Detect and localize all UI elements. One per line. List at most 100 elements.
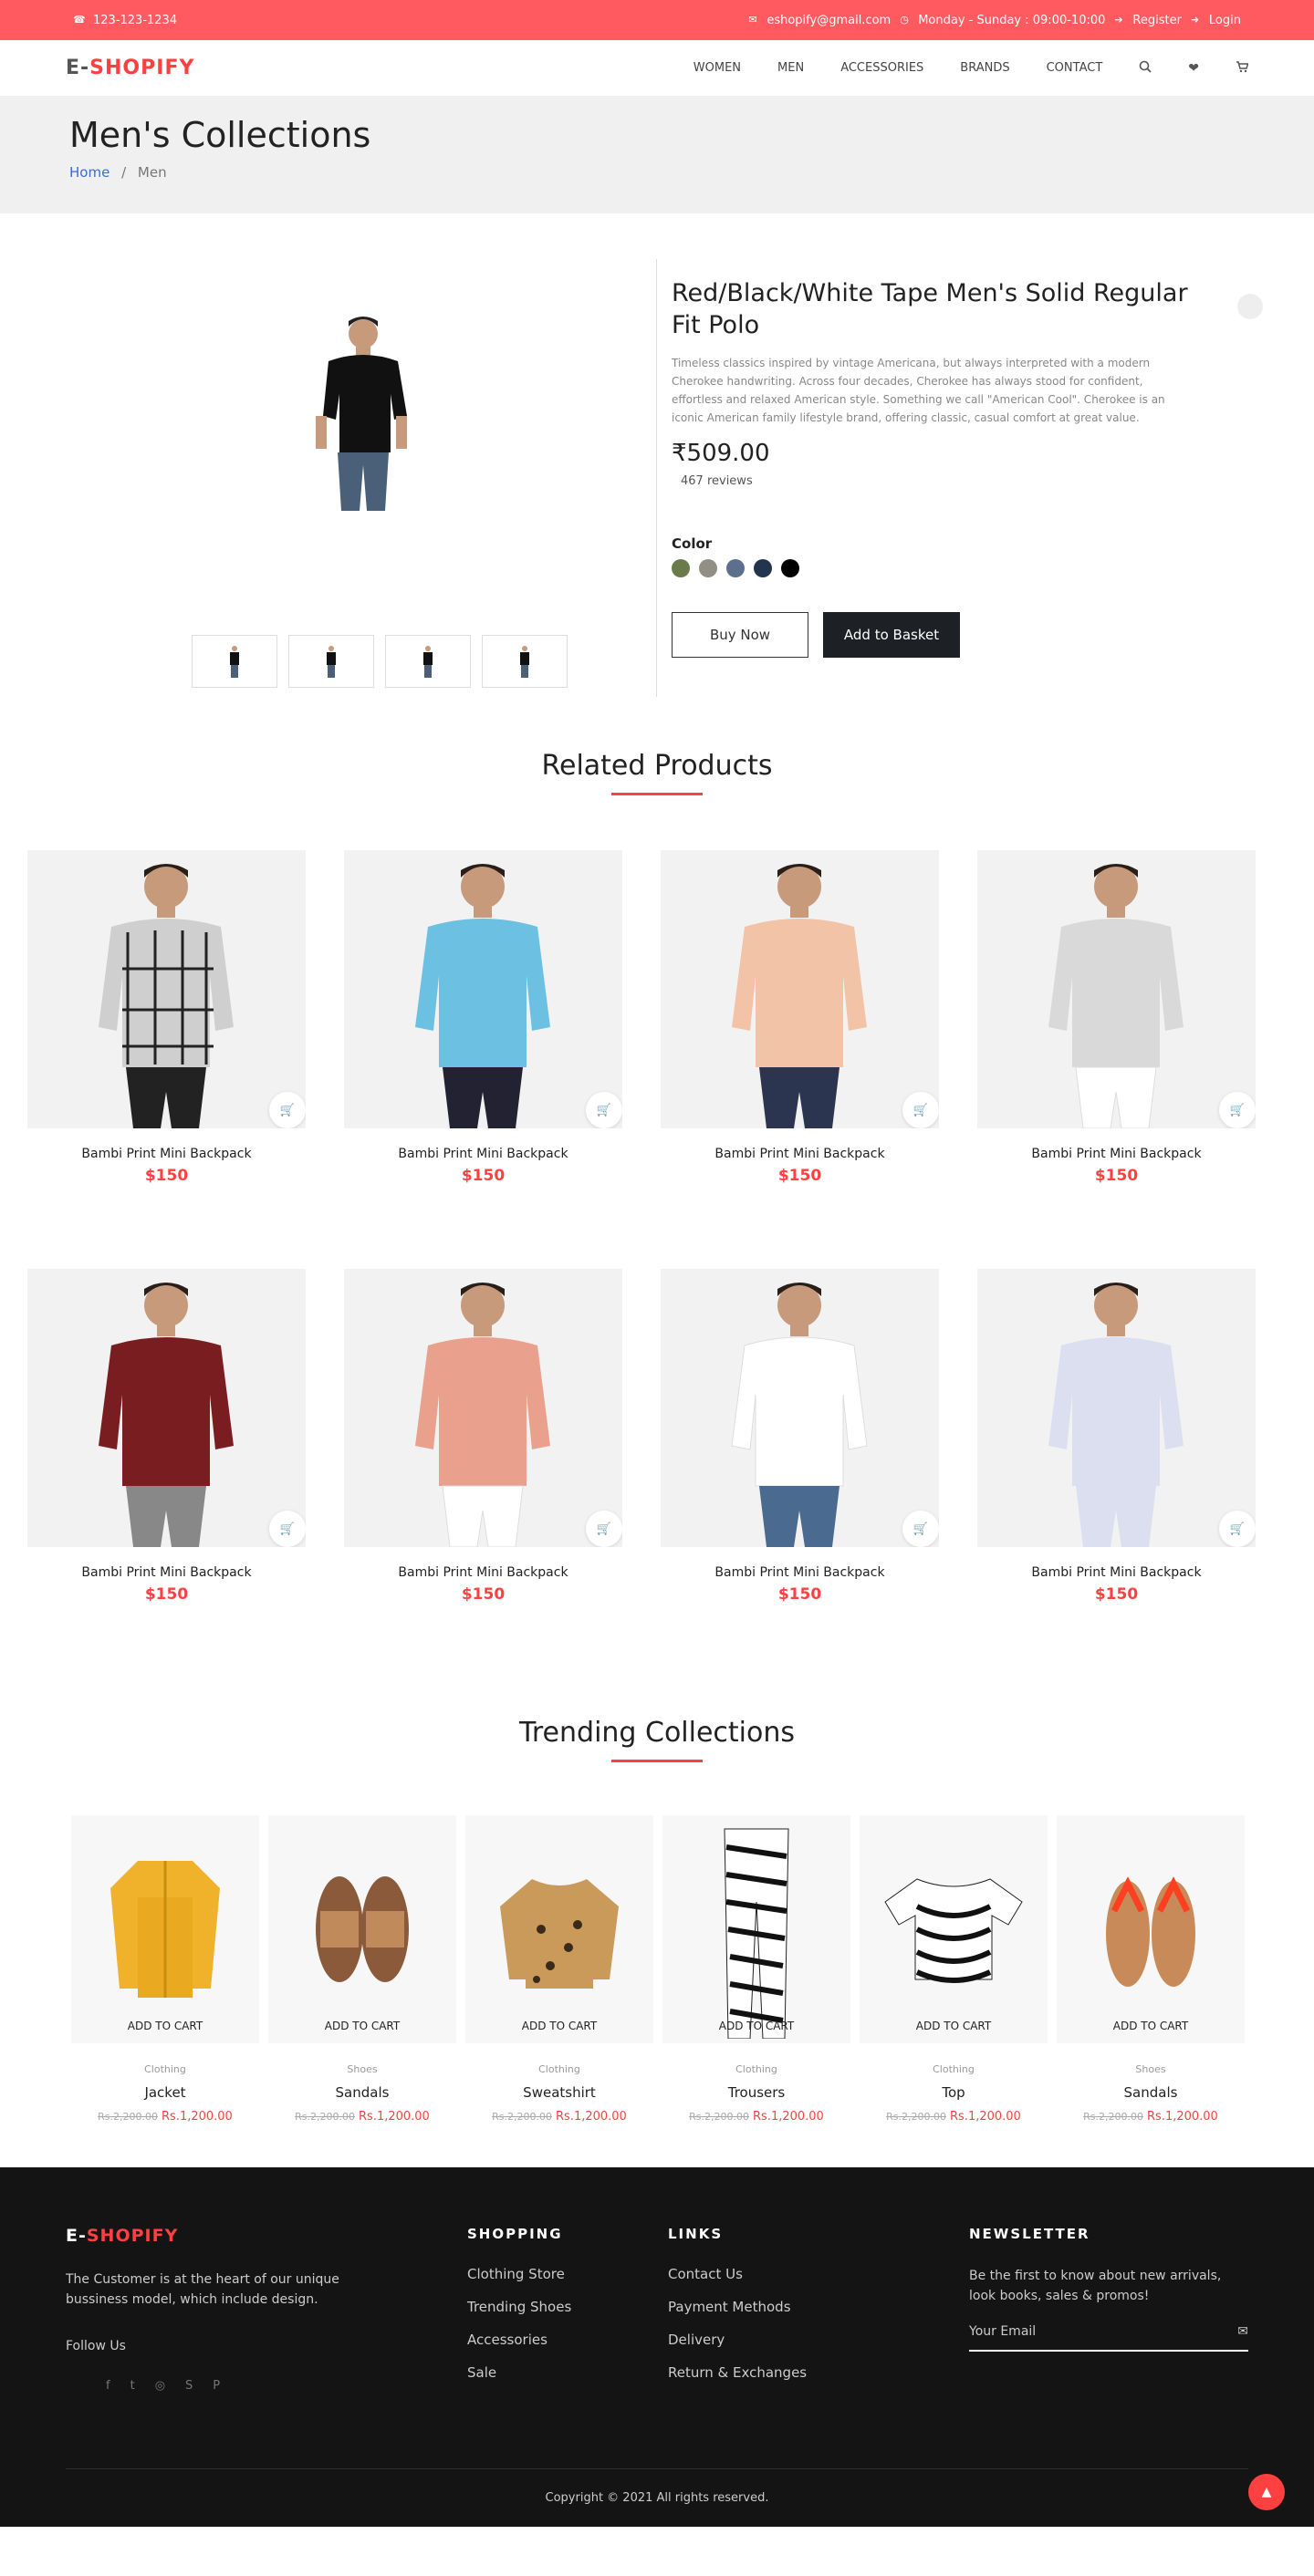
- trending-name[interactable]: Sandals: [1057, 2084, 1245, 2101]
- add-to-cart-link[interactable]: ADD TO CART: [465, 2020, 653, 2032]
- nav-item-contact[interactable]: CONTACT: [1047, 61, 1103, 75]
- newsletter-email-field[interactable]: Your Email ✉: [969, 2324, 1248, 2352]
- brand-logo[interactable]: E-SHOPIFY: [66, 57, 194, 79]
- product-thumbnail[interactable]: [482, 635, 568, 688]
- twitter-icon[interactable]: t: [130, 2379, 135, 2393]
- product-name[interactable]: Bambi Print Mini Backpack: [661, 1147, 939, 1161]
- product-card[interactable]: 🛒 Bambi Print Mini Backpack $150: [27, 850, 306, 1185]
- add-to-cart-icon[interactable]: 🛒: [269, 1511, 306, 1547]
- product-reviews[interactable]: 467 reviews: [672, 474, 1190, 488]
- product-image[interactable]: 🛒: [977, 1269, 1256, 1547]
- trending-name[interactable]: Sandals: [268, 2084, 456, 2101]
- add-to-cart-icon[interactable]: 🛒: [586, 1511, 622, 1547]
- trending-card[interactable]: ADD TO CART Clothing Sweatshirt Rs.2,200…: [465, 1815, 653, 2124]
- facebook-icon[interactable]: f: [106, 2379, 110, 2393]
- product-name[interactable]: Bambi Print Mini Backpack: [27, 1147, 306, 1161]
- footer-link-accessories[interactable]: Accessories: [467, 2332, 668, 2348]
- add-to-cart-link[interactable]: ADD TO CART: [268, 2020, 456, 2032]
- product-card[interactable]: 🛒 Bambi Print Mini Backpack $150: [344, 1269, 622, 1604]
- add-to-cart-icon[interactable]: 🛒: [1219, 1092, 1256, 1128]
- trending-name[interactable]: Top: [860, 2084, 1048, 2101]
- color-swatch[interactable]: [754, 559, 772, 578]
- product-image[interactable]: 🛒: [344, 850, 622, 1128]
- cart-icon[interactable]: [1236, 60, 1249, 77]
- product-image[interactable]: 🛒: [661, 1269, 939, 1547]
- footer-link-sale[interactable]: Sale: [467, 2364, 668, 2381]
- add-to-cart-link[interactable]: ADD TO CART: [860, 2020, 1048, 2032]
- product-name[interactable]: Bambi Print Mini Backpack: [27, 1565, 306, 1580]
- trending-name[interactable]: Sweatshirt: [465, 2084, 653, 2101]
- footer-link-clothing-store[interactable]: Clothing Store: [467, 2266, 668, 2282]
- trending-card[interactable]: ADD TO CART Clothing Jacket Rs.2,200.00 R…: [71, 1815, 259, 2124]
- trending-card[interactable]: ADD TO CART Shoes Sandals Rs.2,200.00 Rs.…: [268, 1815, 456, 2124]
- product-thumbnail[interactable]: [385, 635, 471, 688]
- footer-link-returns[interactable]: Return & Exchanges: [668, 2364, 969, 2381]
- breadcrumb-home[interactable]: Home: [69, 164, 110, 181]
- add-to-basket-button[interactable]: Add to Basket: [823, 612, 960, 659]
- product-name[interactable]: Bambi Print Mini Backpack: [344, 1565, 622, 1580]
- heart-icon[interactable]: ❤: [1188, 61, 1199, 76]
- footer-link-payment[interactable]: Payment Methods: [668, 2299, 969, 2315]
- color-swatch[interactable]: [781, 559, 799, 578]
- color-swatch[interactable]: [672, 559, 690, 578]
- product-card[interactable]: 🛒 Bambi Print Mini Backpack $150: [977, 850, 1256, 1185]
- product-image[interactable]: 🛒: [27, 850, 306, 1128]
- search-icon[interactable]: [1139, 60, 1152, 77]
- trending-image[interactable]: ADD TO CART: [662, 1815, 850, 2043]
- footer-link-trending-shoes[interactable]: Trending Shoes: [467, 2299, 668, 2315]
- product-card[interactable]: 🛒 Bambi Print Mini Backpack $150: [344, 850, 622, 1185]
- register-link[interactable]: ➜ Register: [1114, 14, 1182, 27]
- login-link[interactable]: ➜ Login: [1191, 14, 1241, 27]
- buy-now-button[interactable]: Buy Now: [672, 612, 808, 659]
- product-image[interactable]: 🛒: [661, 850, 939, 1128]
- product-card[interactable]: 🛒 Bambi Print Mini Backpack $150: [661, 850, 939, 1185]
- trending-card[interactable]: ADD TO CART Clothing Trousers Rs.2,200.0…: [662, 1815, 850, 2124]
- product-card[interactable]: 🛒 Bambi Print Mini Backpack $150: [977, 1269, 1256, 1604]
- product-image[interactable]: 🛒: [344, 1269, 622, 1547]
- product-name[interactable]: Bambi Print Mini Backpack: [977, 1565, 1256, 1580]
- product-card[interactable]: 🛒 Bambi Print Mini Backpack $150: [661, 1269, 939, 1604]
- product-thumbnail[interactable]: [288, 635, 374, 688]
- envelope-icon[interactable]: ✉: [1237, 2324, 1248, 2339]
- product-image[interactable]: 🛒: [977, 850, 1256, 1128]
- nav-item-men[interactable]: MEN: [777, 61, 804, 75]
- add-to-cart-link[interactable]: ADD TO CART: [662, 2020, 850, 2032]
- trending-image[interactable]: ADD TO CART: [465, 1815, 653, 2043]
- product-name[interactable]: Bambi Print Mini Backpack: [344, 1147, 622, 1161]
- trending-name[interactable]: Trousers: [662, 2084, 850, 2101]
- instagram-icon[interactable]: ◎: [155, 2379, 165, 2393]
- trending-image[interactable]: ADD TO CART: [71, 1815, 259, 2043]
- trending-image[interactable]: ADD TO CART: [860, 1815, 1048, 2043]
- wishlist-toggle[interactable]: [1237, 294, 1263, 319]
- pinterest-icon[interactable]: P: [213, 2379, 220, 2393]
- product-card[interactable]: 🛒 Bambi Print Mini Backpack $150: [27, 1269, 306, 1604]
- color-swatch[interactable]: [726, 559, 745, 578]
- trending-name[interactable]: Jacket: [71, 2084, 259, 2101]
- add-to-cart-icon[interactable]: 🛒: [902, 1092, 939, 1128]
- product-thumbnail[interactable]: [192, 635, 277, 688]
- trending-image[interactable]: ADD TO CART: [268, 1815, 456, 2043]
- email-link[interactable]: ✉ eshopify@gmail.com: [748, 14, 891, 27]
- color-swatch[interactable]: [699, 559, 717, 578]
- product-name[interactable]: Bambi Print Mini Backpack: [977, 1147, 1256, 1161]
- trending-card[interactable]: ADD TO CART Clothing Top Rs.2,200.00 Rs.1…: [860, 1815, 1048, 2124]
- product-main-image[interactable]: [301, 314, 420, 514]
- add-to-cart-icon[interactable]: 🛒: [902, 1511, 939, 1547]
- nav-item-brands[interactable]: BRANDS: [960, 61, 1009, 75]
- trending-image[interactable]: ADD TO CART: [1057, 1815, 1245, 2043]
- skype-icon[interactable]: S: [185, 2379, 193, 2393]
- add-to-cart-icon[interactable]: 🛒: [586, 1092, 622, 1128]
- product-image[interactable]: 🛒: [27, 1269, 306, 1547]
- footer-logo[interactable]: E-SHOPIFY: [66, 2226, 467, 2246]
- add-to-cart-icon[interactable]: 🛒: [269, 1092, 306, 1128]
- add-to-cart-link[interactable]: ADD TO CART: [1057, 2020, 1245, 2032]
- footer-link-contact[interactable]: Contact Us: [668, 2266, 969, 2282]
- nav-item-women[interactable]: WOMEN: [694, 61, 741, 75]
- scroll-to-top-button[interactable]: ▲: [1248, 2474, 1285, 2510]
- product-name[interactable]: Bambi Print Mini Backpack: [661, 1565, 939, 1580]
- add-to-cart-icon[interactable]: 🛒: [1219, 1511, 1256, 1547]
- nav-item-accessories[interactable]: ACCESSORIES: [840, 61, 923, 75]
- trending-card[interactable]: ADD TO CART Shoes Sandals Rs.2,200.00 Rs.…: [1057, 1815, 1245, 2124]
- add-to-cart-link[interactable]: ADD TO CART: [71, 2020, 259, 2032]
- footer-link-delivery[interactable]: Delivery: [668, 2332, 969, 2348]
